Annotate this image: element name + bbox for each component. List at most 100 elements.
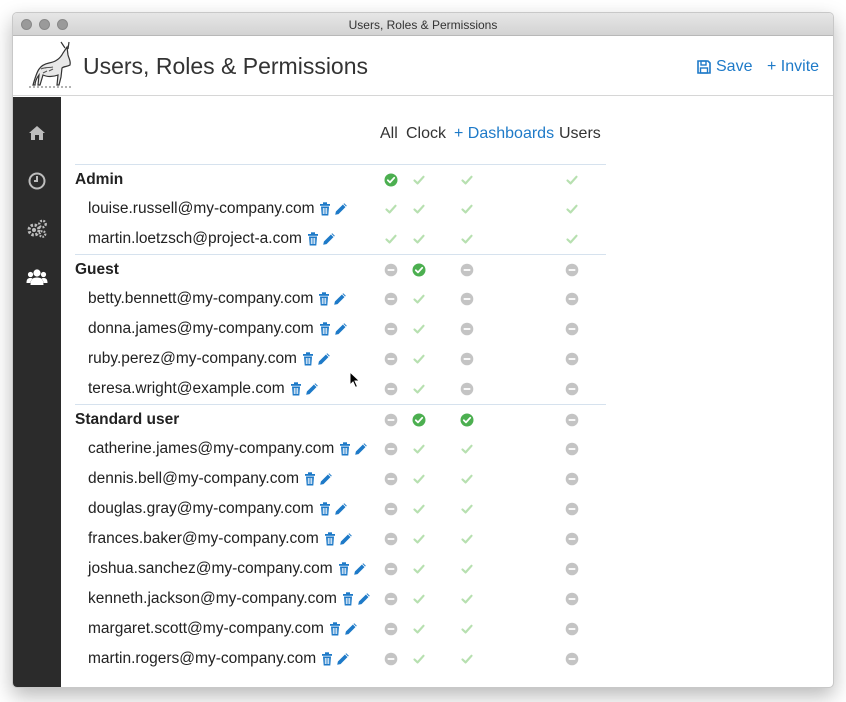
permission-toggle-dashboards[interactable] bbox=[460, 562, 474, 576]
permission-toggle-dashboards[interactable] bbox=[460, 232, 474, 246]
permission-toggle-dashboards[interactable] bbox=[460, 352, 474, 366]
permission-toggle-clock[interactable] bbox=[412, 532, 426, 546]
edit-user-button[interactable] bbox=[334, 502, 348, 516]
edit-user-button[interactable] bbox=[353, 562, 367, 576]
permission-toggle-users[interactable] bbox=[565, 502, 579, 516]
permission-toggle-all[interactable] bbox=[384, 232, 398, 246]
permission-toggle-clock[interactable] bbox=[412, 442, 426, 456]
delete-user-button[interactable] bbox=[319, 502, 331, 516]
permission-toggle-all[interactable] bbox=[384, 622, 398, 636]
permission-toggle-all[interactable] bbox=[384, 413, 398, 427]
permission-toggle-dashboards[interactable] bbox=[460, 173, 474, 187]
permission-toggle-dashboards[interactable] bbox=[460, 652, 474, 666]
edit-user-button[interactable] bbox=[354, 442, 368, 456]
permission-toggle-all[interactable] bbox=[384, 173, 398, 187]
permission-toggle-all[interactable] bbox=[384, 592, 398, 606]
edit-user-button[interactable] bbox=[319, 472, 333, 486]
permission-toggle-users[interactable] bbox=[565, 202, 579, 216]
permission-toggle-users[interactable] bbox=[565, 622, 579, 636]
permission-toggle-all[interactable] bbox=[384, 532, 398, 546]
permission-toggle-clock[interactable] bbox=[412, 472, 426, 486]
permission-toggle-all[interactable] bbox=[384, 352, 398, 366]
column-header-dashboards[interactable]: + Dashboards bbox=[454, 125, 554, 143]
edit-user-button[interactable] bbox=[357, 592, 371, 606]
permission-toggle-clock[interactable] bbox=[412, 382, 426, 396]
permission-toggle-users[interactable] bbox=[565, 532, 579, 546]
permission-toggle-all[interactable] bbox=[384, 382, 398, 396]
permission-toggle-dashboards[interactable] bbox=[460, 472, 474, 486]
permission-toggle-users[interactable] bbox=[565, 562, 579, 576]
permission-toggle-all[interactable] bbox=[384, 263, 398, 277]
permission-toggle-all[interactable] bbox=[384, 472, 398, 486]
permission-toggle-users[interactable] bbox=[565, 352, 579, 366]
permission-toggle-users[interactable] bbox=[565, 322, 579, 336]
permission-toggle-clock[interactable] bbox=[412, 622, 426, 636]
edit-user-button[interactable] bbox=[322, 232, 336, 246]
delete-user-button[interactable] bbox=[339, 442, 351, 456]
permission-toggle-clock[interactable] bbox=[412, 413, 426, 427]
permission-toggle-clock[interactable] bbox=[412, 352, 426, 366]
permission-toggle-users[interactable] bbox=[565, 173, 579, 187]
delete-user-button[interactable] bbox=[321, 652, 333, 666]
permission-toggle-dashboards[interactable] bbox=[460, 442, 474, 456]
permission-toggle-clock[interactable] bbox=[412, 173, 426, 187]
permission-toggle-dashboards[interactable] bbox=[460, 592, 474, 606]
delete-user-button[interactable] bbox=[342, 592, 354, 606]
permission-toggle-dashboards[interactable] bbox=[460, 382, 474, 396]
permission-toggle-all[interactable] bbox=[384, 502, 398, 516]
sidebar-item-settings[interactable] bbox=[13, 205, 61, 253]
delete-user-button[interactable] bbox=[304, 472, 316, 486]
permission-toggle-clock[interactable] bbox=[412, 592, 426, 606]
permission-toggle-users[interactable] bbox=[565, 652, 579, 666]
permission-toggle-clock[interactable] bbox=[412, 232, 426, 246]
permission-toggle-all[interactable] bbox=[384, 292, 398, 306]
edit-user-button[interactable] bbox=[305, 382, 319, 396]
edit-user-button[interactable] bbox=[317, 352, 331, 366]
permission-toggle-all[interactable] bbox=[384, 652, 398, 666]
permission-toggle-users[interactable] bbox=[565, 292, 579, 306]
permission-toggle-users[interactable] bbox=[565, 442, 579, 456]
delete-user-button[interactable] bbox=[329, 622, 341, 636]
edit-user-button[interactable] bbox=[336, 652, 350, 666]
delete-user-button[interactable] bbox=[338, 562, 350, 576]
permission-toggle-dashboards[interactable] bbox=[460, 292, 474, 306]
permission-toggle-users[interactable] bbox=[565, 232, 579, 246]
permission-toggle-users[interactable] bbox=[565, 382, 579, 396]
sidebar-item-users[interactable] bbox=[13, 253, 61, 301]
permission-toggle-dashboards[interactable] bbox=[460, 413, 474, 427]
permission-toggle-clock[interactable] bbox=[412, 562, 426, 576]
permission-toggle-clock[interactable] bbox=[412, 292, 426, 306]
permission-toggle-dashboards[interactable] bbox=[460, 202, 474, 216]
delete-user-button[interactable] bbox=[302, 352, 314, 366]
permission-toggle-all[interactable] bbox=[384, 442, 398, 456]
permission-toggle-all[interactable] bbox=[384, 202, 398, 216]
permission-toggle-clock[interactable] bbox=[412, 322, 426, 336]
delete-user-button[interactable] bbox=[307, 232, 319, 246]
permission-toggle-clock[interactable] bbox=[412, 263, 426, 277]
delete-user-button[interactable] bbox=[324, 532, 336, 546]
invite-button[interactable]: + Invite bbox=[767, 58, 819, 76]
delete-user-button[interactable] bbox=[290, 382, 302, 396]
permission-toggle-dashboards[interactable] bbox=[460, 622, 474, 636]
sidebar-item-home[interactable] bbox=[13, 109, 61, 157]
permission-toggle-dashboards[interactable] bbox=[460, 263, 474, 277]
permission-toggle-users[interactable] bbox=[565, 592, 579, 606]
permission-toggle-users[interactable] bbox=[565, 413, 579, 427]
permission-toggle-clock[interactable] bbox=[412, 202, 426, 216]
permission-toggle-users[interactable] bbox=[565, 263, 579, 277]
edit-user-button[interactable] bbox=[334, 322, 348, 336]
edit-user-button[interactable] bbox=[344, 622, 358, 636]
edit-user-button[interactable] bbox=[333, 292, 347, 306]
permission-toggle-dashboards[interactable] bbox=[460, 502, 474, 516]
permission-toggle-clock[interactable] bbox=[412, 652, 426, 666]
save-button[interactable]: Save bbox=[697, 58, 752, 76]
delete-user-button[interactable] bbox=[318, 292, 330, 306]
permission-toggle-dashboards[interactable] bbox=[460, 532, 474, 546]
sidebar-item-clock[interactable] bbox=[13, 157, 61, 205]
edit-user-button[interactable] bbox=[339, 532, 353, 546]
permission-toggle-users[interactable] bbox=[565, 472, 579, 486]
permission-toggle-all[interactable] bbox=[384, 562, 398, 576]
permission-toggle-clock[interactable] bbox=[412, 502, 426, 516]
permission-toggle-all[interactable] bbox=[384, 322, 398, 336]
permission-toggle-dashboards[interactable] bbox=[460, 322, 474, 336]
